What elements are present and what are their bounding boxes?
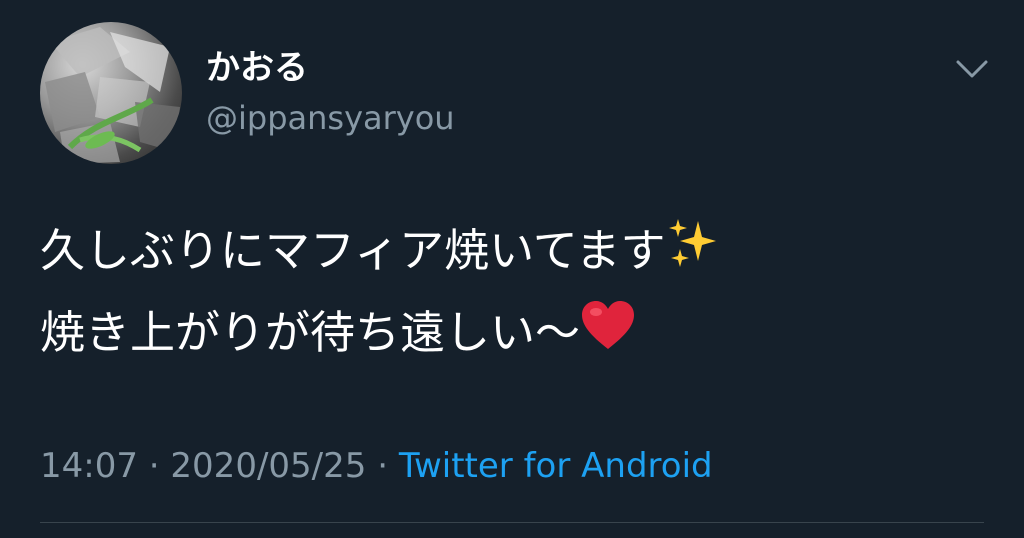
tweet-text-line-1-content: 久しぶりにマフィア焼いてます <box>40 224 666 277</box>
tweet-metadata: 14:07 · 2020/05/25 · Twitter for Android <box>40 442 713 490</box>
tweet-text-line-2: 焼き上がりが待ち遠しい〜 <box>40 292 1000 374</box>
tweet-source-link[interactable]: Twitter for Android <box>399 446 713 486</box>
chevron-down-icon[interactable] <box>950 52 994 88</box>
tweet-text-line-2-content: 焼き上がりが待ち遠しい〜 <box>40 306 581 359</box>
divider <box>40 522 984 523</box>
meta-separator: · <box>137 446 171 486</box>
tweet-time: 14:07 <box>40 446 138 486</box>
red-heart-icon <box>580 295 636 377</box>
sparkles-icon <box>666 213 718 295</box>
avatar-image <box>45 27 180 164</box>
tweet-date: 2020/05/25 <box>170 446 367 486</box>
tweet-text: 久しぶりにマフィア焼いてます 焼き上がりが待ち遠しい〜 <box>40 210 1000 374</box>
display-name[interactable]: かおる <box>206 46 308 90</box>
tweet-card: かおる @ippansyaryou 久しぶりにマフィア焼いてます 焼き上がりが待… <box>0 0 1024 538</box>
user-handle[interactable]: @ippansyaryou <box>206 96 455 140</box>
tweet-text-line-1: 久しぶりにマフィア焼いてます <box>40 210 1000 292</box>
avatar[interactable] <box>40 22 182 164</box>
meta-separator: · <box>366 446 399 486</box>
